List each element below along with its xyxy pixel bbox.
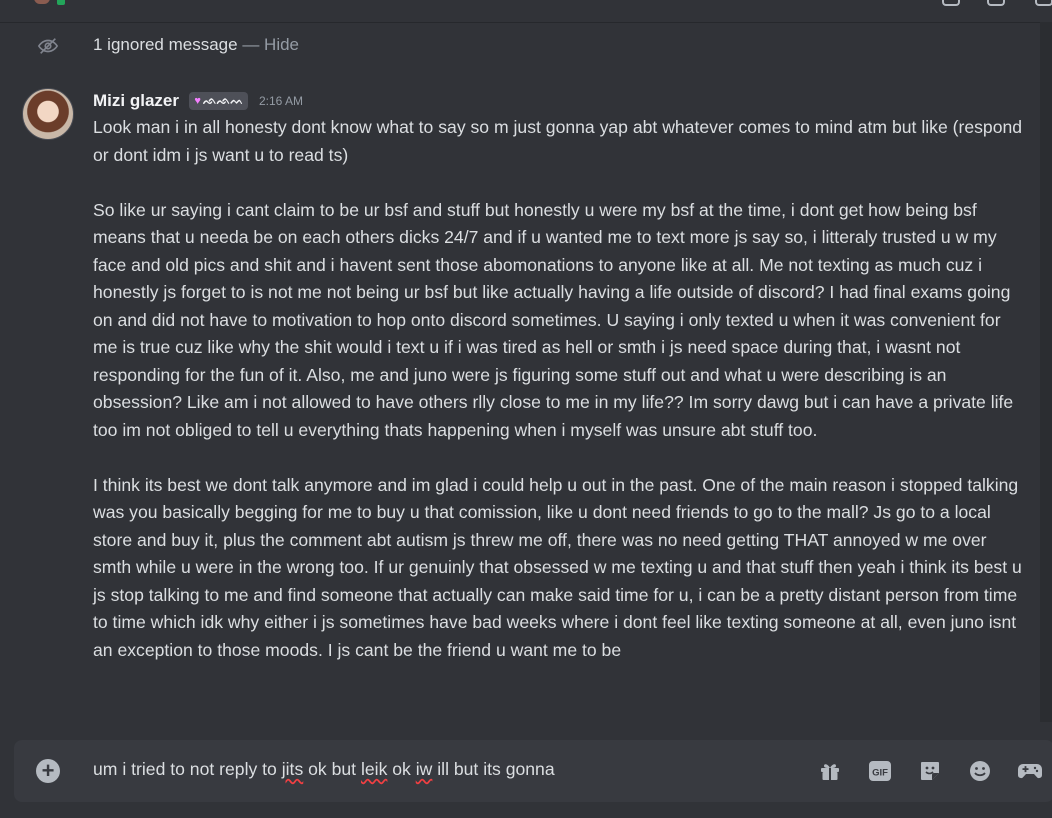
- input-text-segment: um i tried to not reply to: [93, 759, 282, 779]
- apps-icon[interactable]: [1016, 757, 1044, 785]
- message-paragraph: Look man i in all honesty dont know what…: [93, 117, 1027, 165]
- message-input[interactable]: um i tried to not reply to jits ok but l…: [93, 759, 555, 780]
- composer-area: + um i tried to not reply to jits ok but…: [0, 722, 1052, 818]
- input-text-misspelled: jits: [281, 759, 304, 779]
- avatar[interactable]: [22, 88, 74, 140]
- call-icon[interactable]: [942, 0, 960, 6]
- separator: —: [237, 35, 265, 54]
- ignored-message-notice: 1 ignored message — Hide: [0, 30, 1040, 60]
- message-composer[interactable]: + um i tried to not reply to jits ok but…: [14, 740, 1052, 802]
- message-paragraph: So like ur saying i cant claim to be ur …: [93, 199, 1019, 440]
- message-header: Mizi glazer ♥ ᨒᨒᨓ 2:16 AM: [93, 91, 303, 113]
- ignored-message-text: 1 ignored message — Hide: [93, 35, 299, 55]
- gift-icon[interactable]: [816, 757, 844, 785]
- hide-ignored-link[interactable]: Hide: [264, 35, 299, 54]
- video-icon[interactable]: [987, 0, 1005, 6]
- input-text-misspelled: iw: [415, 759, 433, 779]
- emoji-icon[interactable]: [966, 757, 994, 785]
- message-paragraph: I think its best we dont talk anymore an…: [93, 474, 1027, 660]
- heart-icon: ♥: [194, 95, 201, 107]
- eye-slash-icon: [37, 35, 59, 62]
- sticker-icon[interactable]: [916, 757, 944, 785]
- message-content: Look man i in all honesty dont know what…: [93, 114, 1025, 664]
- input-text-segment: ill but its gonna: [432, 759, 555, 779]
- server-tag-badge[interactable]: ♥ ᨒᨒᨓ: [189, 92, 249, 110]
- channel-topbar: [0, 0, 1052, 23]
- message-author[interactable]: Mizi glazer: [93, 91, 179, 110]
- ignored-count-label: 1 ignored message: [93, 35, 238, 54]
- user-avatar-partial[interactable]: [34, 0, 50, 4]
- input-text-segment: ok but: [303, 759, 361, 779]
- input-text-misspelled: leik: [360, 759, 388, 779]
- message-timestamp: 2:16 AM: [258, 94, 303, 108]
- server-tag-text: ᨒᨒᨓ: [202, 95, 244, 107]
- close-icon[interactable]: [1035, 0, 1052, 6]
- input-text-segment: ok: [387, 759, 416, 779]
- gif-label: GIF: [872, 768, 888, 779]
- scrollbar[interactable]: [1040, 22, 1052, 722]
- mobile-status-icon: [57, 0, 65, 5]
- gif-icon[interactable]: GIF: [866, 757, 894, 785]
- add-circle-icon[interactable]: +: [36, 759, 60, 783]
